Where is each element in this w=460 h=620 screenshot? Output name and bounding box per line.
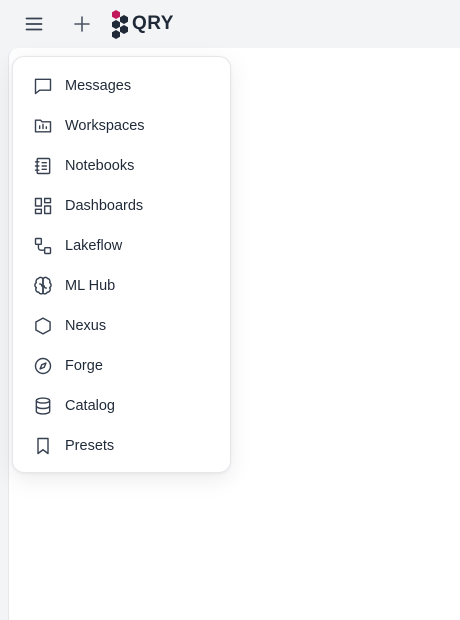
menu-item-presets[interactable]: Presets [13, 426, 230, 466]
menu-item-label: Workspaces [65, 118, 145, 134]
menu-item-catalog[interactable]: Catalog [13, 386, 230, 426]
menu-item-lakeflow[interactable]: Lakeflow [13, 226, 230, 266]
plus-icon[interactable] [66, 8, 98, 40]
logo-text: QRY [132, 13, 174, 34]
bookmark-icon [33, 436, 53, 456]
database-icon [33, 396, 53, 416]
message-square-icon [33, 76, 53, 96]
brain-icon [33, 276, 53, 296]
logo[interactable]: QRY [111, 9, 174, 39]
menu-item-forge[interactable]: Forge [13, 346, 230, 386]
folder-chart-icon [33, 116, 53, 136]
menu-item-label: Messages [65, 78, 132, 94]
menu-item-workspaces[interactable]: Workspaces [13, 106, 230, 146]
menu-item-ml-hub[interactable]: ML Hub [13, 266, 230, 306]
top-bar: QRY [0, 0, 460, 48]
menu-item-dashboards[interactable]: Dashboards [13, 186, 230, 226]
menu-item-label: Lakeflow [65, 238, 123, 254]
menu-item-label: Presets [65, 438, 115, 454]
menu-item-nexus[interactable]: Nexus [13, 306, 230, 346]
logo-mark-icon [112, 10, 128, 39]
notebook-icon [33, 156, 53, 176]
menu-item-label: Notebooks [65, 158, 135, 174]
workflow-icon [33, 236, 53, 256]
menu-item-label: ML Hub [65, 278, 116, 294]
menu-item-label: Forge [65, 358, 103, 374]
menu-item-label: Nexus [65, 318, 107, 334]
dashboard-grid-icon [33, 196, 53, 216]
compass-icon [33, 356, 53, 376]
hexagon-icon [33, 316, 53, 336]
navigation-dropdown-menu: Messages Workspaces Notebooks Dashboards… [12, 56, 231, 473]
menu-item-messages[interactable]: Messages [13, 66, 230, 106]
menu-item-label: Dashboards [65, 198, 144, 214]
menu-item-label: Catalog [65, 398, 115, 414]
menu-item-notebooks[interactable]: Notebooks [13, 146, 230, 186]
hamburger-menu-icon[interactable] [18, 8, 50, 40]
